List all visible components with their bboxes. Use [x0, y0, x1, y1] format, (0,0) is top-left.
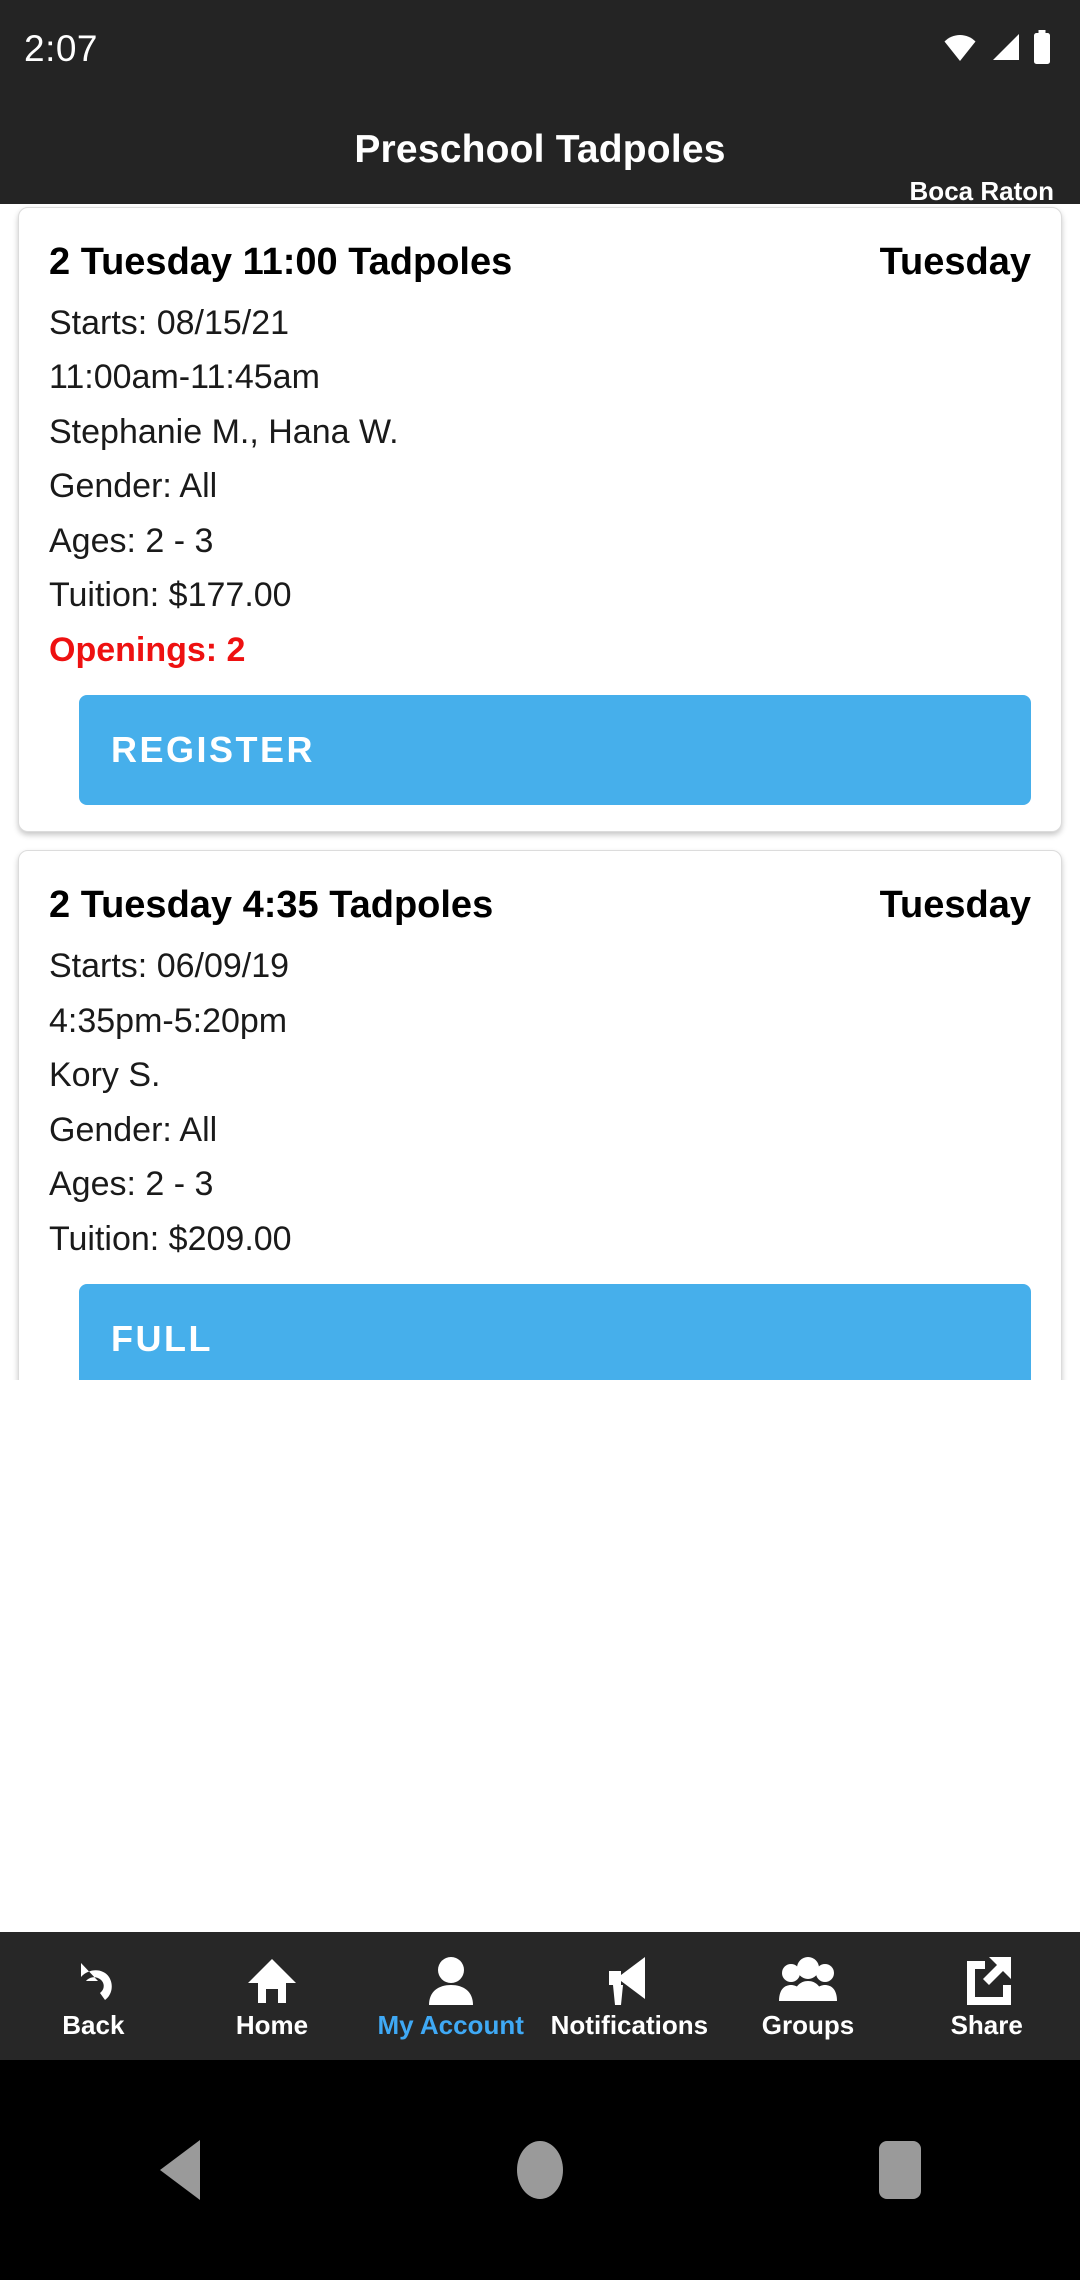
class-card-header: 2 Tuesday 11:00 Tadpoles Tuesday [49, 236, 1031, 290]
nav-label: My Account [377, 2010, 524, 2040]
nav-item-back[interactable]: Back [4, 1932, 183, 2060]
nav-item-share[interactable]: Share [897, 1932, 1076, 2060]
undo-arrow-icon [65, 1951, 121, 2007]
class-ages: Ages: 2 - 3 [49, 521, 214, 560]
bottom-navigation-bar: Back Home My Account Notifications Group… [0, 1932, 1080, 2060]
nav-label: Home [235, 2010, 309, 2040]
class-tuition: Tuition: $177.00 [49, 576, 292, 615]
class-start-date: Starts: 06/09/19 [49, 947, 290, 986]
class-openings: Openings: 2 [49, 630, 246, 669]
status-bar-icons [942, 29, 1052, 69]
nav-item-my-account[interactable]: My Account [361, 1932, 540, 2060]
class-ages: Ages: 2 - 3 [49, 1165, 214, 1204]
status-bar: 2:07 [0, 0, 1080, 98]
class-instructors: Kory S. [49, 1056, 161, 1095]
nav-item-groups[interactable]: Groups [719, 1932, 898, 2060]
android-home-icon[interactable] [480, 2110, 600, 2230]
android-recents-icon[interactable] [840, 2110, 960, 2230]
share-icon [959, 1951, 1015, 2007]
full-button[interactable]: FULL [79, 1284, 1031, 1380]
cellular-signal-icon [989, 32, 1021, 67]
nav-item-home[interactable]: Home [183, 1932, 362, 2060]
class-card[interactable]: 2 Tuesday 11:00 Tadpoles Tuesday Starts:… [18, 207, 1062, 833]
people-group-icon [777, 1951, 839, 2007]
class-card[interactable]: 2 Tuesday 4:35 Tadpoles Tuesday Starts: … [18, 850, 1062, 1380]
class-list[interactable]: 2 Tuesday 11:00 Tadpoles Tuesday Starts:… [0, 204, 1080, 1380]
nav-label: Notifications [550, 2010, 709, 2040]
class-gender: Gender: All [49, 1110, 218, 1149]
megaphone-icon [601, 1951, 657, 2007]
class-time-range: 4:35pm-5:20pm [49, 1001, 288, 1040]
class-instructors: Stephanie M., Hana W. [49, 412, 399, 451]
nav-label: Share [950, 2010, 1023, 2040]
app-header: Preschool Tadpoles Boca Raton [0, 98, 1080, 206]
status-bar-clock: 2:07 [24, 28, 99, 69]
wifi-icon [942, 32, 978, 67]
android-system-nav [0, 2060, 1080, 2280]
class-tuition: Tuition: $209.00 [49, 1219, 292, 1258]
class-card-header: 2 Tuesday 4:35 Tadpoles Tuesday [49, 879, 1031, 933]
android-back-icon[interactable] [120, 2110, 240, 2230]
battery-icon [1032, 29, 1052, 69]
location-label: Boca Raton [909, 176, 1054, 206]
class-start-date: Starts: 08/15/21 [49, 303, 290, 342]
class-day: Tuesday [879, 241, 1031, 283]
class-title: 2 Tuesday 4:35 Tadpoles [49, 884, 494, 927]
home-icon [244, 1951, 300, 2007]
class-title: 2 Tuesday 11:00 Tadpoles [49, 241, 513, 283]
class-time-range: 11:00am-11:45am [49, 358, 320, 397]
page-title: Preschool Tadpoles [354, 128, 726, 171]
nav-item-notifications[interactable]: Notifications [540, 1932, 719, 2060]
app-screen: 2:07 Preschool Tadpoles Boca Raton 2 Tue… [0, 0, 1080, 2280]
nav-label: Groups [761, 2010, 855, 2040]
register-button[interactable]: REGISTER [79, 695, 1031, 806]
class-gender: Gender: All [49, 467, 218, 506]
person-icon [423, 1951, 479, 2007]
nav-label: Back [62, 2010, 125, 2040]
class-day: Tuesday [879, 884, 1031, 927]
